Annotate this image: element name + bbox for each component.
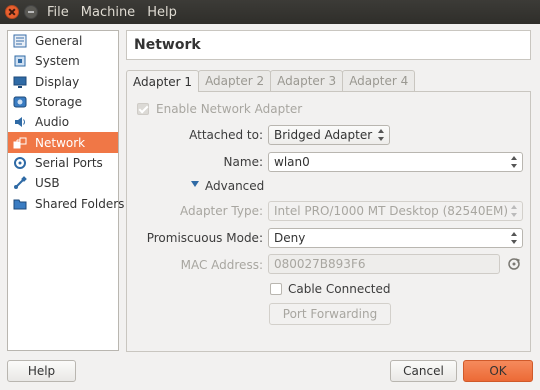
system-icon (12, 53, 28, 69)
sidebar-item-label: Display (35, 74, 80, 89)
adapter-type-select[interactable]: Intel PRO/1000 MT Desktop (82540EM) (268, 201, 523, 221)
expand-triangle-icon[interactable] (191, 181, 199, 187)
general-icon (12, 33, 28, 49)
menu-bar: File Machine Help (47, 0, 177, 24)
name-select[interactable]: wlan0 (268, 152, 523, 172)
tab-adapter-2[interactable]: Adapter 2 (198, 70, 272, 91)
sidebar-item-label: Network (35, 135, 86, 150)
menu-file[interactable]: File (47, 5, 69, 20)
updown-arrows-icon (378, 129, 385, 141)
close-window-button[interactable] (5, 5, 19, 19)
sidebar-item-usb[interactable]: USB (8, 173, 118, 193)
adapter-tabs: Adapter 1 Adapter 2 Adapter 3 Adapter 4 (126, 70, 416, 92)
promiscuous-mode-label: Promiscuous Mode: (146, 231, 263, 245)
title-bar: File Machine Help (0, 0, 540, 24)
attached-to-value: Bridged Adapter (274, 128, 373, 142)
storage-icon (12, 94, 28, 110)
refresh-mac-icon[interactable] (507, 257, 521, 271)
adapter-type-label: Adapter Type: (179, 204, 263, 218)
sidebar-item-shared-folders[interactable]: Shared Folders (8, 193, 124, 213)
advanced-toggle[interactable]: Advanced (205, 179, 264, 193)
sidebar-item-audio[interactable]: Audio (8, 112, 118, 132)
audio-icon (12, 114, 28, 130)
usb-icon (12, 175, 28, 191)
attached-to-select[interactable]: Bridged Adapter (268, 125, 390, 145)
mac-address-field[interactable]: 080027B893F6 (268, 254, 500, 274)
sidebar-item-network[interactable]: Network (8, 132, 118, 153)
sidebar-item-label: Shared Folders (35, 196, 125, 211)
cable-connected-checkbox[interactable] (270, 283, 282, 295)
settings-category-list: General System Display Storage Audio Net… (7, 30, 124, 351)
page-title: Network (126, 30, 531, 60)
updown-arrows-icon (511, 205, 518, 217)
adapter-type-value: Intel PRO/1000 MT Desktop (82540EM) (274, 204, 509, 218)
sidebar-item-label: Storage (35, 95, 82, 110)
serial-ports-icon (12, 155, 28, 171)
ok-button[interactable]: OK (463, 360, 533, 382)
menu-help[interactable]: Help (147, 5, 177, 20)
enable-network-adapter-checkbox[interactable] (137, 103, 149, 115)
network-icon (12, 135, 28, 151)
display-icon (12, 74, 28, 90)
sidebar-item-system[interactable]: System (8, 51, 118, 71)
cable-connected-label: Cable Connected (288, 282, 391, 296)
shared-folders-icon (12, 196, 28, 212)
sidebar-item-label: System (35, 54, 80, 69)
updown-arrows-icon (511, 156, 518, 168)
sidebar-item-label: Serial Ports (35, 155, 103, 170)
sidebar-item-storage[interactable]: Storage (8, 92, 118, 112)
sidebar-item-label: Audio (35, 115, 70, 130)
sidebar-item-general[interactable]: General (8, 31, 118, 51)
help-button[interactable]: Help (7, 360, 76, 382)
updown-arrows-icon (511, 232, 518, 244)
sidebar-item-display[interactable]: Display (8, 72, 118, 92)
tab-adapter-1[interactable]: Adapter 1 (126, 70, 200, 92)
minimize-window-button[interactable] (24, 5, 38, 19)
menu-machine[interactable]: Machine (81, 5, 135, 20)
mac-address-label: MAC Address: (180, 258, 263, 272)
tab-adapter-4[interactable]: Adapter 4 (342, 70, 416, 91)
cancel-button[interactable]: Cancel (390, 360, 457, 382)
name-label: Name: (223, 155, 263, 169)
name-value: wlan0 (274, 155, 310, 169)
attached-to-label: Attached to: (189, 128, 263, 142)
sidebar-item-label: General (35, 34, 83, 49)
port-forwarding-button[interactable]: Port Forwarding (269, 303, 391, 325)
enable-network-adapter-label: Enable Network Adapter (156, 102, 303, 116)
promiscuous-mode-select[interactable]: Deny (268, 228, 523, 248)
sidebar-item-label: USB (35, 176, 60, 191)
sidebar-item-serial-ports[interactable]: Serial Ports (8, 153, 118, 173)
tab-adapter-3[interactable]: Adapter 3 (270, 70, 344, 91)
promiscuous-mode-value: Deny (274, 231, 306, 245)
